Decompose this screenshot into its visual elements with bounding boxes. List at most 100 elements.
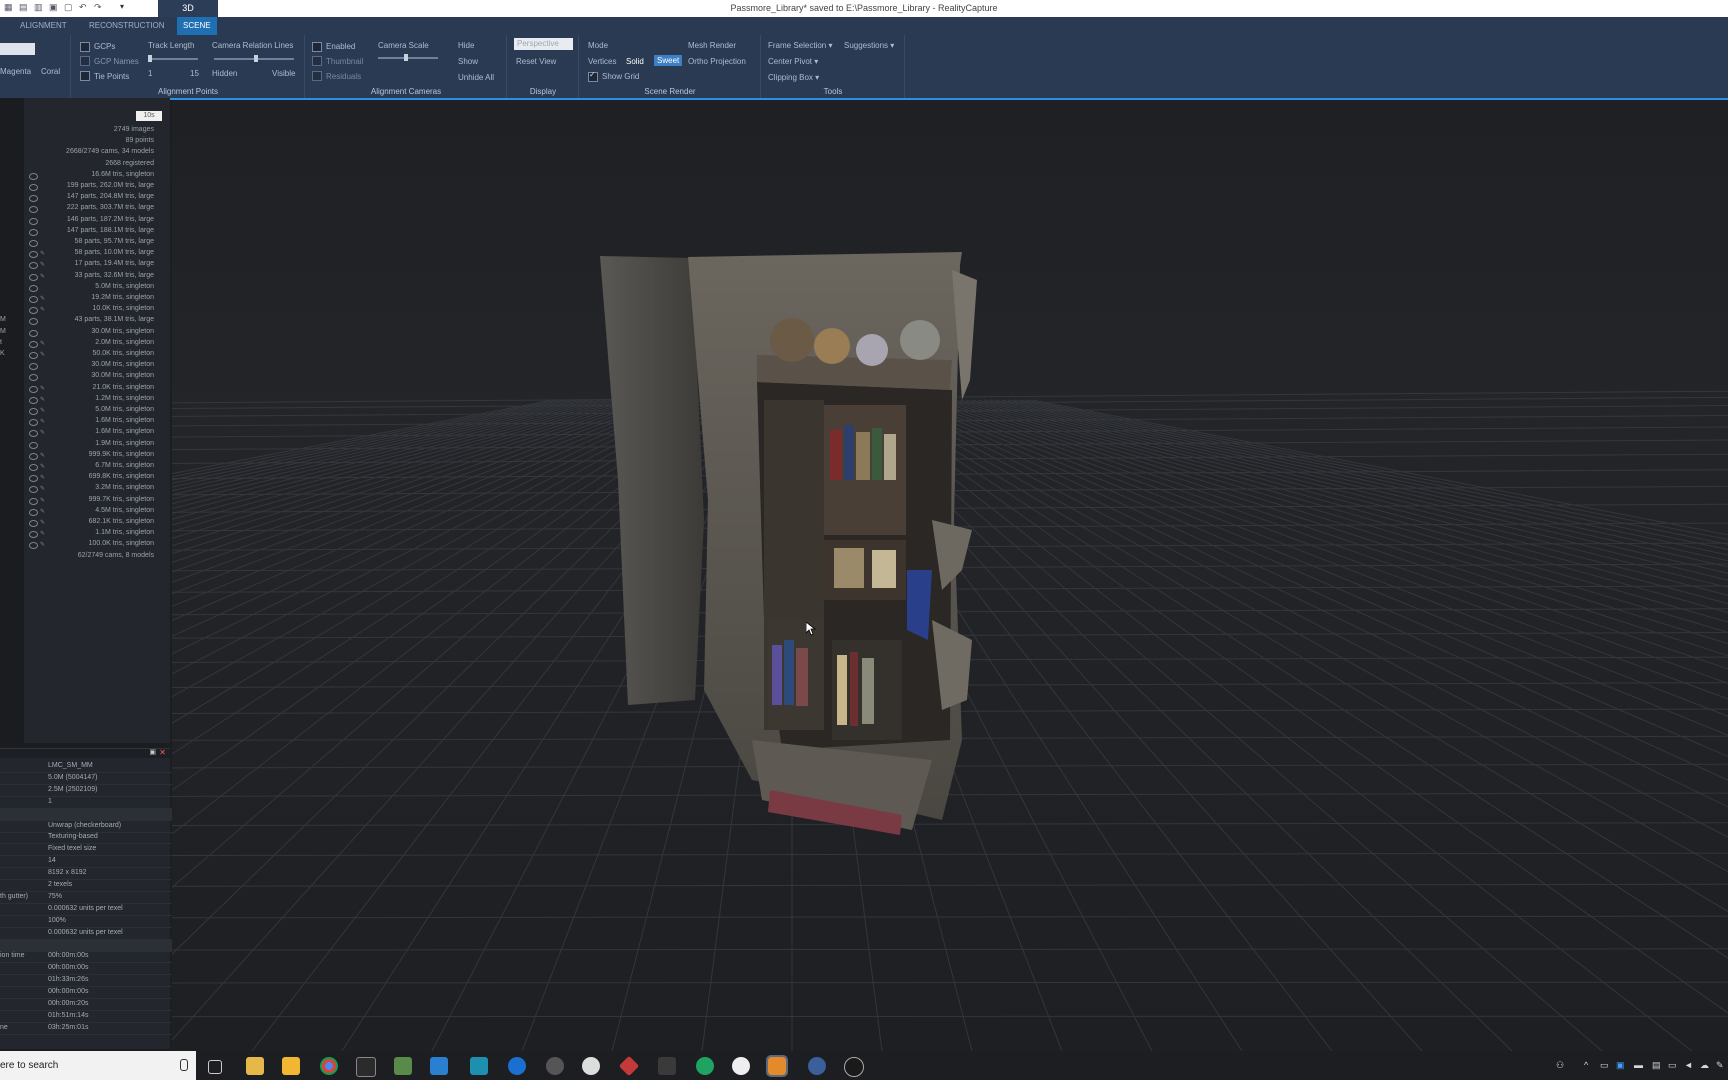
store-icon[interactable] <box>282 1057 300 1075</box>
property-row[interactable]: Texturing-based <box>0 832 178 845</box>
tree-row[interactable]: 89 points <box>0 137 170 148</box>
visibility-eye-icon[interactable] <box>29 486 38 494</box>
tree-row[interactable]: ✎ 3.2M tris, singleton <box>0 484 170 495</box>
tree-row[interactable]: 30.0M tris, singleton <box>0 372 170 383</box>
tree-row[interactable]: 5.0M tris, singleton <box>0 283 170 294</box>
visibility-eye-icon[interactable] <box>29 542 38 550</box>
clipping-box-button[interactable]: Clipping Box ▾ <box>768 73 819 82</box>
tree-row[interactable]: ✎ 699.8K tris, singleton <box>0 473 170 484</box>
epic-games-icon[interactable] <box>356 1057 376 1077</box>
property-row[interactable]: 01h:51m:14s <box>0 1011 178 1023</box>
color-coral[interactable]: Coral <box>41 67 60 76</box>
property-row[interactable]: 100% <box>0 916 178 928</box>
tray-app-icon[interactable]: ▣ <box>1616 1060 1625 1071</box>
camera-app-icon[interactable] <box>546 1057 564 1075</box>
tree-row[interactable]: ✎ 10.0K tris, singleton <box>0 305 170 316</box>
tree-row[interactable]: ✎ 58 parts, 10.0M tris, large <box>0 249 170 260</box>
property-row[interactable]: 5.0M (5004147) <box>0 773 178 785</box>
scene-canvas[interactable] <box>172 100 1728 1051</box>
tree-row[interactable]: 147 parts, 204.8M tris, large <box>0 193 170 204</box>
tree-row[interactable]: ✎ 999.9K tris, singleton <box>0 451 170 462</box>
track-length-knob[interactable] <box>148 55 152 62</box>
visibility-eye-icon[interactable] <box>29 296 38 303</box>
visibility-eye-icon[interactable] <box>29 284 38 292</box>
app-chat-icon[interactable] <box>696 1057 714 1075</box>
tree-row[interactable]: 2668 registered <box>0 160 170 171</box>
visibility-eye-icon[interactable] <box>29 363 38 371</box>
taskbar-search-box[interactable]: ere to search <box>0 1051 196 1080</box>
tree-row[interactable]: ✎ 682.1K tris, singleton <box>0 518 170 529</box>
app-green-icon[interactable] <box>394 1057 412 1075</box>
show-grid-checkbox[interactable] <box>588 70 598 82</box>
media-app-icon[interactable] <box>582 1057 600 1075</box>
ortho-projection-button[interactable]: Ortho Projection <box>688 57 746 66</box>
camera-relation-knob[interactable] <box>254 55 258 62</box>
property-row[interactable]: ne 03h:25m:01s <box>0 1023 178 1035</box>
visibility-eye-icon[interactable] <box>29 464 38 471</box>
tree-row[interactable]: ✎ 1.6M tris, singleton <box>0 428 170 439</box>
app-teal-icon[interactable] <box>470 1057 488 1075</box>
tree-row[interactable]: 199 parts, 262.0M tris, large <box>0 182 170 193</box>
visibility-eye-icon[interactable] <box>29 195 38 203</box>
tree-row[interactable]: 58 parts, 95.7M tris, large <box>0 238 170 249</box>
property-row[interactable]: 0.000632 units per texel <box>0 904 178 916</box>
visibility-eye-icon[interactable] <box>29 307 38 315</box>
color-magenta[interactable]: Magenta <box>0 67 31 76</box>
property-row[interactable]: 14 <box>0 856 178 869</box>
filter-input[interactable]: 10s <box>136 111 162 121</box>
property-row[interactable]: Fixed texel size <box>0 844 178 857</box>
tree-row[interactable]: ✎ 50.0K tris, singleton <box>0 350 170 361</box>
property-row[interactable]: 01h:33m:26s <box>0 975 178 988</box>
3d-viewport[interactable] <box>172 100 1728 1051</box>
tie-points-checkbox[interactable] <box>80 71 90 81</box>
gcps-checkbox[interactable] <box>80 42 90 52</box>
visibility-eye-icon[interactable] <box>29 374 38 382</box>
app-mail-icon[interactable] <box>808 1057 826 1075</box>
camera-scale-slider[interactable] <box>378 57 438 59</box>
tree-row[interactable]: ✎ 999.7K tris, singleton <box>0 496 170 507</box>
tree-row[interactable]: 147 parts, 188.1M tris, large <box>0 227 170 238</box>
tree-row[interactable]: 2749 images <box>0 126 170 137</box>
tab-alignment[interactable]: ALIGNMENT <box>14 17 73 35</box>
visibility-eye-icon[interactable] <box>29 396 38 404</box>
solid-button[interactable]: Solid <box>626 57 644 66</box>
sweet-button[interactable]: Sweet <box>654 55 683 66</box>
tree-row[interactable]: 16.6M tris, singleton <box>0 171 170 182</box>
property-row[interactable]: th gutter) 75% <box>0 892 178 904</box>
visibility-eye-icon[interactable] <box>29 531 38 539</box>
property-row[interactable] <box>0 808 178 821</box>
tree-row[interactable]: 222 parts, 303.7M tris, large <box>0 204 170 215</box>
visibility-eye-icon[interactable] <box>29 217 38 225</box>
visibility-eye-icon[interactable] <box>29 441 38 449</box>
property-row[interactable]: 2 texels <box>0 880 178 892</box>
visibility-eye-icon[interactable] <box>29 408 38 415</box>
visibility-eye-icon[interactable] <box>29 329 38 337</box>
visibility-eye-icon[interactable] <box>29 352 38 359</box>
suggestions-button[interactable]: Suggestions ▾ <box>844 41 894 50</box>
vertices-button[interactable]: Vertices <box>588 57 616 66</box>
tree-row[interactable]: ✎ 33 parts, 32.6M tris, large <box>0 272 170 283</box>
color-dropdown[interactable] <box>0 43 35 55</box>
tab-scene[interactable]: SCENE <box>177 17 217 35</box>
visibility-eye-icon[interactable] <box>29 520 38 527</box>
visibility-eye-icon[interactable] <box>29 262 38 270</box>
reset-view-button[interactable]: Reset View <box>516 57 556 66</box>
tray-window-icon[interactable]: ▭ <box>1600 1060 1609 1071</box>
property-row[interactable]: 1 <box>0 797 178 809</box>
tree-row[interactable]: 30.0M tris, singleton <box>0 361 170 372</box>
onedrive-icon[interactable]: ☁ <box>1700 1060 1709 1071</box>
tree-row[interactable]: ✎ 2.0M tris, singleton <box>0 339 170 350</box>
visibility-eye-icon[interactable] <box>29 206 38 214</box>
tree-row[interactable]: ✎ 17 parts, 19.4M tris, large <box>0 260 170 271</box>
visibility-eye-icon[interactable] <box>29 475 38 483</box>
visibility-eye-icon[interactable] <box>29 340 38 348</box>
visibility-eye-icon[interactable] <box>29 497 38 505</box>
visibility-eye-icon[interactable] <box>29 318 38 326</box>
tree-row[interactable]: ✎ 1.2M tris, singleton <box>0 395 170 406</box>
people-icon[interactable]: ⚇ <box>1556 1060 1564 1071</box>
app-globe-icon[interactable] <box>732 1057 750 1075</box>
property-row[interactable]: 2.5M (2502109) <box>0 785 178 797</box>
tab-reconstruction[interactable]: RECONSTRUCTION <box>83 17 171 35</box>
center-pivot-button[interactable]: Center Pivot ▾ <box>768 57 818 66</box>
projection-dropdown[interactable]: Perspective <box>514 38 573 50</box>
